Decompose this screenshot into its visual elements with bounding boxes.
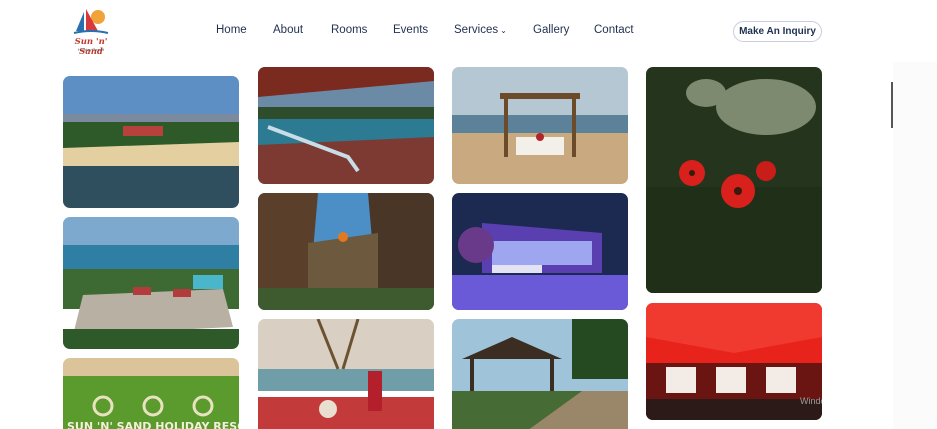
page-edge xyxy=(893,62,937,429)
nav-services[interactable]: Services ⌄ xyxy=(454,24,507,36)
nav-rooms[interactable]: Rooms xyxy=(331,24,367,36)
gallery-image-garden-gazebo[interactable] xyxy=(452,319,628,429)
chevron-down-icon: ⌄ xyxy=(500,26,507,35)
nav-services-label: Services xyxy=(454,24,499,36)
os-watermark: Windows xyxy=(800,396,837,406)
nav-events[interactable]: Events xyxy=(393,24,428,36)
gallery-image-statue-red-flowers[interactable] xyxy=(646,67,822,293)
scrollbar-thumb[interactable] xyxy=(891,82,893,128)
nav-home[interactable]: Home xyxy=(216,24,247,36)
brand-logo[interactable]: Sun 'n' Sand Holiday Resort xyxy=(62,5,120,57)
gallery-image-aerial-garden-sign[interactable]: SUN 'N' SAND HOLIDAY RESORT xyxy=(63,358,239,429)
gallery-image-pool-lounge-chair[interactable] xyxy=(258,67,434,184)
gallery-image-beach-table-setting[interactable] xyxy=(258,319,434,429)
gallery-image-night-lit-patio[interactable] xyxy=(452,193,628,310)
nav-gallery[interactable]: Gallery xyxy=(533,24,569,36)
gallery-image-beach-aerial[interactable] xyxy=(63,76,239,208)
inquiry-button[interactable]: Make An Inquiry xyxy=(733,21,822,42)
gallery-image-beach-cabana-dinner[interactable] xyxy=(452,67,628,184)
garden-sign-text: SUN 'N' SAND HOLIDAY RESORT xyxy=(67,420,239,429)
site-header: Sun 'n' Sand Holiday Resort Home About R… xyxy=(0,0,937,62)
gallery-image-red-tent-dining[interactable] xyxy=(646,303,822,420)
nav-contact[interactable]: Contact xyxy=(594,24,634,36)
brand-tagline: Holiday Resort xyxy=(77,47,105,52)
sailboat-sun-icon xyxy=(73,9,109,34)
gallery-image-rock-waterfall[interactable] xyxy=(258,193,434,310)
nav-about[interactable]: About xyxy=(273,24,303,36)
gallery-image-resort-aerial-pool[interactable] xyxy=(63,217,239,349)
